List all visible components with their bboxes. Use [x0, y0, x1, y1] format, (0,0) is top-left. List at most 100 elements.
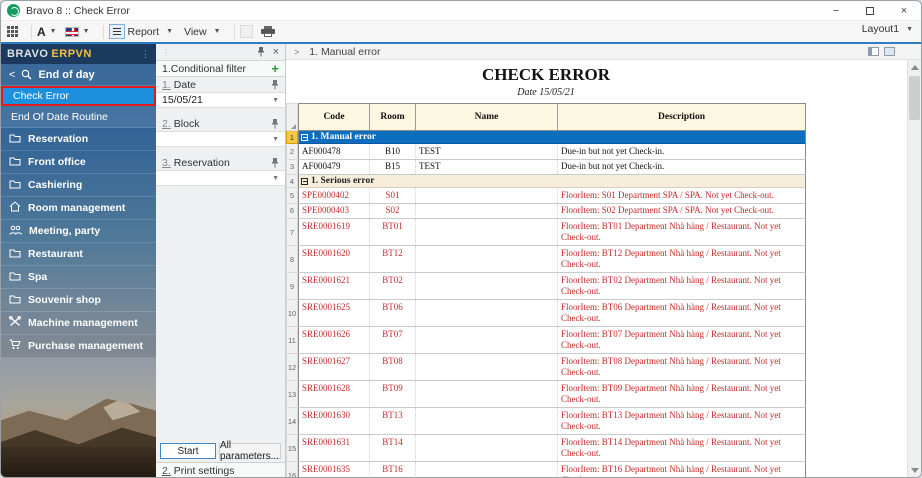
cell-name	[416, 219, 558, 245]
row-number[interactable]: 1	[286, 131, 298, 144]
sidebar-item-cashiering[interactable]: Cashiering	[1, 174, 156, 197]
font-dropdown[interactable]: A ▼	[37, 25, 57, 39]
table-row[interactable]: 1 1. Manual error	[286, 131, 806, 144]
table-row[interactable]: 14 SRE0001630 BT13 FloorItem: BT13 Departme…	[286, 408, 806, 435]
table-row[interactable]: 3 AF000479 B15 TEST Due-in but not yet Check…	[286, 159, 806, 175]
sidebar-item-machine-management[interactable]: Machine management	[1, 312, 156, 335]
print-button[interactable]	[260, 26, 275, 37]
pin-icon[interactable]	[271, 79, 279, 90]
table-row[interactable]: 16 SRE0001635 BT16 FloorItem: BT16 Departme…	[286, 462, 806, 477]
cell-description: FloorItem: BT06 Department Nhà hàng / Re…	[561, 301, 781, 324]
print-settings-section[interactable]: 2. Print settings	[156, 462, 285, 477]
sidebar-item-reservation[interactable]: Reservation	[1, 128, 156, 151]
report-tab-label[interactable]: 1. Manual error	[309, 46, 380, 58]
start-button[interactable]: Start	[160, 443, 216, 459]
font-icon: A	[37, 24, 46, 39]
row-number[interactable]: 9	[286, 273, 298, 300]
row-number[interactable]: 11	[286, 327, 298, 354]
collapse-icon[interactable]	[301, 177, 308, 185]
row-number[interactable]: 3	[286, 159, 298, 175]
table-row[interactable]: 10 SRE0001625 BT06 FloorItem: BT06 Departme…	[286, 300, 806, 327]
scroll-thumb[interactable]	[909, 76, 920, 120]
report-menu[interactable]: Report ▼	[125, 24, 173, 40]
pin-icon[interactable]	[271, 157, 279, 168]
all-parameters-button[interactable]: All parameters...	[219, 440, 281, 462]
table-row[interactable]: 8 SRE0001620 BT12 FloorItem: BT12 Departmen…	[286, 246, 806, 273]
close-panel-icon[interactable]: ×	[273, 46, 279, 58]
back-chevron-icon[interactable]: <	[9, 69, 15, 81]
group-row-blue[interactable]: 1. Manual error	[298, 131, 806, 144]
sidebar-item-room-management[interactable]: Room management	[1, 197, 156, 220]
sidebar-item-meeting-party[interactable]: Meeting, party	[1, 220, 156, 243]
collapse-icon[interactable]	[301, 133, 308, 141]
group-row-cream[interactable]: 1. Serious error	[298, 175, 806, 188]
table-row[interactable]: 9 SRE0001621 BT02 FloorItem: BT02 Departmen…	[286, 273, 806, 300]
row-number[interactable]: 4	[286, 175, 298, 188]
sidebar-item-souvenir-shop[interactable]: Souvenir shop	[1, 289, 156, 312]
expand-chevron-icon[interactable]: >	[294, 47, 299, 57]
sidebar-item-spa[interactable]: Spa	[1, 266, 156, 289]
table-row[interactable]: 7 SRE0001619 BT01 FloorItem: BT01 Departmen…	[286, 219, 806, 246]
page-view-icon[interactable]	[884, 47, 895, 56]
sidebar-item-front-office[interactable]: Front office	[1, 151, 156, 174]
row-number[interactable]: 7	[286, 219, 298, 246]
drag-dots-icon[interactable]: ⋮	[162, 48, 170, 57]
table-row[interactable]: 11 SRE0001626 BT07 FloorItem: BT07 Departme…	[286, 327, 806, 354]
sidebar-section-end-of-day[interactable]: < End of day	[1, 64, 156, 86]
chevron-down-icon[interactable]: ▼	[272, 136, 279, 143]
table-row[interactable]: 2 AF000478 B10 TEST Due-in but not yet Check…	[286, 144, 806, 160]
cell-code: SRE0001620	[299, 246, 370, 272]
page-layout-icon[interactable]	[868, 47, 879, 56]
row-number[interactable]: 14	[286, 408, 298, 435]
table-row[interactable]: 4 1. Serious error	[286, 175, 806, 188]
chevron-down-icon[interactable]: ▼	[272, 97, 279, 104]
window-title: Bravo 8 :: Check Error	[26, 4, 130, 17]
row-number[interactable]: 2	[286, 144, 298, 160]
row-number[interactable]: 5	[286, 188, 298, 204]
menu-toggle-button[interactable]	[108, 24, 125, 39]
sidebar-item-check-error[interactable]: Check Error	[1, 86, 156, 106]
app-menu-button[interactable]	[7, 26, 18, 37]
pin-icon[interactable]	[271, 118, 279, 129]
report-area: > 1. Manual error CHECK ERROR Date 15/05…	[286, 44, 921, 477]
minimize-button[interactable]: −	[819, 1, 853, 20]
cell-room: BT14	[370, 435, 416, 461]
scroll-down-icon[interactable]	[911, 468, 919, 473]
table-row[interactable]: 12 SRE0001627 BT08 FloorItem: BT08 Departme…	[286, 354, 806, 381]
paste-button[interactable]	[239, 25, 253, 38]
row-number[interactable]: 15	[286, 435, 298, 462]
view-menu[interactable]: View ▼	[181, 24, 221, 40]
layout-dropdown[interactable]: Layout1 ▼	[862, 23, 913, 35]
row-number[interactable]: 10	[286, 300, 298, 327]
cell-description: FloorItem: BT07 Department Nhà hàng / Re…	[561, 328, 781, 351]
filter-input-block[interactable]: ▼	[156, 131, 285, 147]
table-row[interactable]: 6 SPE0000403 S02 FloorItem: S02 Department …	[286, 203, 806, 219]
row-number[interactable]: 16	[286, 462, 298, 477]
conditional-filter-header[interactable]: 1.Conditional filter +	[156, 60, 285, 77]
report-tab-bar: > 1. Manual error	[286, 44, 921, 60]
table-row[interactable]: 5 SPE0000402 S01 FloorItem: S01 Department …	[286, 188, 806, 204]
table-row[interactable]: 13 SRE0001628 BT09 FloorItem: BT09 Departme…	[286, 381, 806, 408]
filter-input-date[interactable]: 15/05/21 ▼	[156, 92, 285, 108]
sidebar-item-purchase-management[interactable]: Purchase management	[1, 335, 156, 358]
sidebar-item-restaurant[interactable]: Restaurant	[1, 243, 156, 266]
add-filter-icon[interactable]: +	[271, 61, 279, 76]
table-row[interactable]: 15 SRE0001631 BT14 FloorItem: BT14 Departme…	[286, 435, 806, 462]
filter-input-reservation[interactable]: ▼	[156, 170, 285, 186]
row-number[interactable]: 13	[286, 381, 298, 408]
row-number[interactable]: 6	[286, 203, 298, 219]
sidebar-item-end-of-date-routine[interactable]: End Of Date Routine	[1, 106, 156, 128]
scroll-up-icon[interactable]	[911, 65, 919, 70]
row-number[interactable]: 8	[286, 246, 298, 273]
gutter-corner[interactable]	[286, 103, 298, 131]
language-dropdown[interactable]: ▼	[64, 26, 90, 37]
row-number[interactable]: 12	[286, 354, 298, 381]
chevron-down-icon[interactable]: ▼	[272, 175, 279, 182]
vertical-scrollbar[interactable]	[907, 60, 921, 477]
cell-room: BT08	[370, 354, 416, 380]
close-button[interactable]: ×	[887, 1, 921, 20]
folder-icon	[9, 156, 21, 169]
more-dots-icon[interactable]: ⋮	[141, 49, 150, 60]
pin-icon[interactable]	[257, 47, 265, 57]
maximize-button[interactable]	[853, 1, 887, 20]
